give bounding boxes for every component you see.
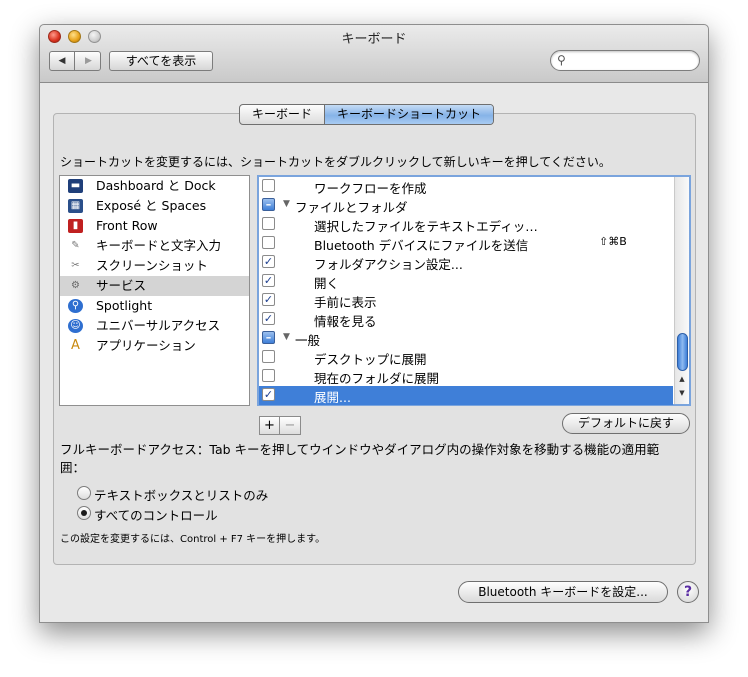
category-item-universal-access[interactable]: ☺ ユニバーサルアクセス — [60, 316, 249, 336]
radio-button-selected[interactable] — [77, 506, 91, 520]
tab-keyboard-shortcuts[interactable]: キーボードショートカット — [325, 105, 494, 124]
shortcut-row[interactable]: 選択したファイルをテキストエディッ… — [259, 215, 673, 234]
checkbox[interactable] — [262, 236, 275, 249]
disclosure-triangle-icon[interactable]: ▼ — [283, 199, 290, 209]
checkbox-mixed[interactable]: – — [262, 198, 275, 211]
shortcut-list: ワークフローを作成 – ▼ ファイルとフォルダ 選択したファイルをテキストエディ… — [257, 175, 691, 406]
back-arrow-icon[interactable]: ◀ — [50, 52, 75, 70]
shortcut-group-row[interactable]: – ▼ 一般 — [259, 329, 673, 348]
keyboard-input-icon: ✎ — [71, 240, 80, 251]
shortcut-row[interactable]: 現在のフォルダに展開 — [259, 367, 673, 386]
title-bar: キーボード ◀ ▶ すべてを表示 ⚲ — [40, 25, 708, 83]
disclosure-triangle-icon[interactable]: ▼ — [283, 332, 290, 342]
front-row-icon: ▮ — [68, 219, 83, 233]
checkbox-checked[interactable]: ✓ — [262, 255, 275, 268]
restore-defaults-button[interactable]: デフォルトに戻す — [562, 413, 690, 434]
vertical-scrollbar[interactable]: ▲ ▼ — [674, 177, 689, 404]
checkbox-checked[interactable]: ✓ — [262, 293, 275, 306]
setup-bluetooth-keyboard-button[interactable]: Bluetooth キーボードを設定... — [458, 581, 668, 603]
shortcut-row[interactable]: Bluetooth デバイスにファイルを送信 ⇧⌘B — [259, 234, 673, 253]
add-button[interactable]: + — [260, 417, 280, 434]
category-item-applications[interactable]: A アプリケーション — [60, 336, 249, 356]
scrollbar-thumb[interactable] — [677, 333, 688, 371]
category-item-dashboard-dock[interactable]: ▬ Dashboard と Dock — [60, 176, 249, 196]
category-item-screenshot[interactable]: ✂ スクリーンショット — [60, 256, 249, 276]
spotlight-icon: ⚲ — [68, 299, 83, 313]
category-item-spotlight[interactable]: ⚲ Spotlight — [60, 296, 249, 316]
category-item-front-row[interactable]: ▮ Front Row — [60, 216, 249, 236]
shortcut-row-selected[interactable]: ✓ 展開... — [259, 386, 673, 405]
show-all-button[interactable]: すべてを表示 — [109, 51, 213, 71]
expose-spaces-icon: ▦ — [68, 199, 83, 213]
keyboard-access-note: この設定を変更するには、Control + F7 キーを押します。 — [60, 534, 326, 545]
add-remove-control: + − — [259, 416, 301, 435]
category-item-services[interactable]: ⚙ サービス — [60, 276, 249, 296]
back-forward-control: ◀ ▶ — [49, 51, 101, 71]
shortcut-row[interactable]: ✓ 開く — [259, 272, 673, 291]
applications-icon: A — [71, 338, 80, 353]
checkbox-checked[interactable]: ✓ — [262, 312, 275, 325]
window-title: キーボード — [341, 32, 407, 47]
tab-bar: キーボード キーボードショートカット — [239, 104, 495, 125]
checkbox[interactable] — [262, 369, 275, 382]
checkbox-checked[interactable]: ✓ — [262, 274, 275, 287]
search-input[interactable] — [571, 53, 691, 68]
category-item-expose-spaces[interactable]: ▦ Exposé と Spaces — [60, 196, 249, 216]
checkbox[interactable] — [262, 179, 275, 192]
full-keyboard-access-description: フルキーボードアクセス：Tab キーを押してウインドウやダイアログ内の操作対象を… — [60, 442, 660, 475]
shortcut-key[interactable]: ⇧⌘B — [599, 235, 627, 248]
category-item-keyboard-input[interactable]: ✎ キーボードと文字入力 — [60, 236, 249, 256]
shortcut-row[interactable]: ✓ フォルダアクション設定... — [259, 253, 673, 272]
instruction-text: ショートカットを変更するには、ショートカットをダブルクリックして新しいキーを押し… — [60, 155, 611, 169]
shortcut-row[interactable]: ✓ 手前に表示 — [259, 291, 673, 310]
shortcut-group-row[interactable]: – ▼ ファイルとフォルダ — [259, 196, 673, 215]
shortcut-row[interactable]: デスクトップに展開 — [259, 348, 673, 367]
screenshot-icon: ✂ — [71, 260, 80, 271]
dashboard-dock-icon: ▬ — [68, 179, 83, 193]
shortcut-row[interactable]: ✓ 情報を見る — [259, 310, 673, 329]
remove-button[interactable]: − — [280, 417, 300, 434]
forward-arrow-icon[interactable]: ▶ — [76, 52, 101, 70]
search-field[interactable]: ⚲ — [550, 50, 700, 71]
radio-button[interactable] — [77, 486, 91, 500]
scroll-up-arrow-icon[interactable]: ▲ — [675, 373, 689, 385]
shortcut-row[interactable]: ワークフローを作成 — [259, 177, 673, 196]
category-list: ▬ Dashboard と Dock ▦ Exposé と Spaces ▮ F… — [59, 175, 250, 406]
preferences-window: キーボード ◀ ▶ すべてを表示 ⚲ キーボード キーボードショートカット ショ… — [39, 24, 709, 623]
universal-access-icon: ☺ — [68, 319, 83, 333]
search-icon: ⚲ — [557, 53, 566, 67]
help-button[interactable]: ? — [677, 581, 699, 603]
services-gear-icon: ⚙ — [71, 280, 80, 291]
checkbox-checked[interactable]: ✓ — [262, 388, 275, 401]
checkbox-mixed[interactable]: – — [262, 331, 275, 344]
checkbox[interactable] — [262, 350, 275, 363]
checkbox[interactable] — [262, 217, 275, 230]
scroll-down-arrow-icon[interactable]: ▼ — [675, 387, 689, 399]
tab-keyboard[interactable]: キーボード — [240, 105, 326, 124]
